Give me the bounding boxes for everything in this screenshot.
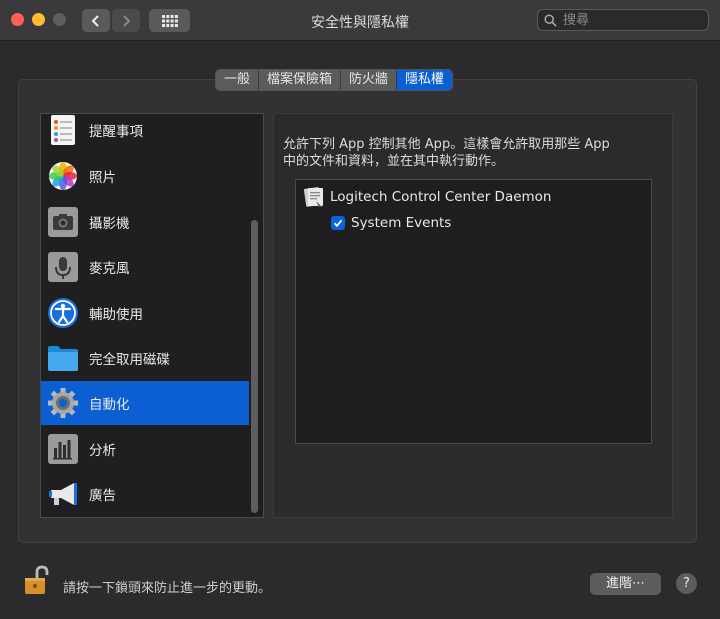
privacy-category-list[interactable]: 提醒事項 照片 攝影機 麥克風 輔助使用 完全取用磁碟 自動化 分析 廣告 bbox=[40, 113, 264, 518]
description-text: 允許下列 App 控制其他 App。這樣會允許取用那些 App 中的文件和資料，… bbox=[283, 136, 663, 170]
title-bar: 安全性與隱私權 bbox=[0, 0, 720, 41]
lock-button[interactable] bbox=[22, 565, 50, 601]
megaphone-icon bbox=[47, 478, 79, 510]
photos-icon bbox=[47, 160, 79, 192]
search-icon bbox=[544, 13, 557, 27]
checkmark-icon bbox=[333, 219, 343, 228]
description-line: 允許下列 App 控制其他 App。這樣會允許取用那些 App bbox=[283, 137, 610, 152]
sidebar-item-label: 完全取用磁碟 bbox=[89, 352, 170, 368]
tab-bar: 一般 檔案保險箱 防火牆 隱私權 bbox=[215, 69, 454, 91]
sidebar-item-analytics[interactable]: 分析 bbox=[41, 427, 249, 471]
search-input[interactable] bbox=[561, 11, 705, 29]
sidebar-item-label: 攝影機 bbox=[89, 216, 130, 232]
system-events-checkbox[interactable] bbox=[331, 216, 345, 230]
sidebar-item-label: 輔助使用 bbox=[89, 307, 143, 323]
tab-general[interactable]: 一般 bbox=[216, 70, 260, 90]
help-button[interactable]: ? bbox=[676, 573, 697, 594]
sidebar-item-advertising[interactable]: 廣告 bbox=[41, 472, 249, 516]
search-field[interactable] bbox=[537, 9, 709, 31]
app-name: Logitech Control Center Daemon bbox=[330, 189, 552, 205]
sidebar-item-automation[interactable]: 自動化 bbox=[41, 381, 249, 425]
automation-app-list[interactable]: Logitech Control Center Daemon System Ev… bbox=[295, 179, 652, 444]
microphone-icon bbox=[47, 251, 79, 283]
sidebar-item-reminders[interactable]: 提醒事項 bbox=[41, 114, 249, 152]
unlocked-padlock-icon bbox=[25, 565, 49, 594]
sidebar-item-label: 廣告 bbox=[89, 488, 116, 504]
sidebar-item-microphone[interactable]: 麥克風 bbox=[41, 245, 249, 289]
app-name: System Events bbox=[351, 215, 452, 231]
tab-firewall[interactable]: 防火牆 bbox=[341, 70, 398, 90]
app-row-system-events[interactable]: System Events bbox=[331, 215, 451, 231]
gear-icon bbox=[47, 387, 79, 419]
sidebar-item-label: 麥克風 bbox=[89, 261, 130, 277]
accessibility-icon bbox=[47, 297, 79, 329]
folder-icon bbox=[47, 342, 79, 374]
tab-privacy[interactable]: 隱私權 bbox=[397, 70, 453, 90]
sidebar-item-label: 分析 bbox=[89, 443, 116, 459]
lock-instruction: 請按一下鎖頭來防止進一步的更動。 bbox=[63, 581, 272, 596]
analytics-icon bbox=[47, 433, 79, 465]
sidebar-item-photos[interactable]: 照片 bbox=[41, 154, 249, 198]
sidebar-item-label: 提醒事項 bbox=[89, 124, 143, 140]
description-line: 中的文件和資料，並在其中執行動作。 bbox=[283, 154, 505, 169]
app-row-logitech[interactable]: Logitech Control Center Daemon bbox=[302, 186, 552, 208]
sidebar-item-label: 照片 bbox=[89, 170, 116, 186]
script-app-icon bbox=[303, 187, 323, 207]
tab-filevault[interactable]: 檔案保險箱 bbox=[259, 70, 342, 90]
sidebar-item-full-disk-access[interactable]: 完全取用磁碟 bbox=[41, 336, 249, 380]
sidebar-item-camera[interactable]: 攝影機 bbox=[41, 200, 249, 244]
advanced-button[interactable]: 進階⋯ bbox=[590, 573, 661, 595]
sidebar-item-label: 自動化 bbox=[89, 397, 130, 413]
camera-icon bbox=[47, 206, 79, 238]
sidebar-item-accessibility[interactable]: 輔助使用 bbox=[41, 291, 249, 335]
reminders-icon bbox=[47, 114, 79, 146]
list-scrollbar[interactable] bbox=[251, 220, 258, 513]
